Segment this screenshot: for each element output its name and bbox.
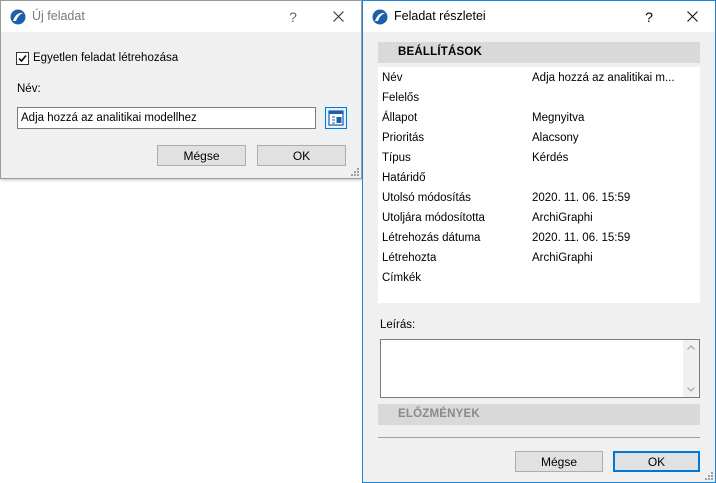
property-key: Prioritás <box>382 132 425 144</box>
history-section-title: ELŐZMÉNYEK <box>398 408 480 420</box>
property-row[interactable]: Állapot Megnyitva <box>378 109 700 129</box>
cancel-button[interactable]: Mégse <box>157 145 246 166</box>
history-section-header[interactable]: ELŐZMÉNYEK <box>378 404 700 425</box>
property-value: Megnyitva <box>532 112 585 124</box>
single-task-label[interactable]: Egyetlen feladat létrehozása <box>33 52 178 64</box>
property-value: 2020. 11. 06. 15:59 <box>532 192 631 204</box>
close-icon <box>686 11 698 22</box>
property-row[interactable]: Prioritás Alacsony <box>378 129 700 149</box>
checkmark-icon <box>18 54 27 63</box>
close-button[interactable] <box>672 1 712 32</box>
help-button[interactable]: ? <box>273 1 313 32</box>
ok-button[interactable]: OK <box>613 451 700 472</box>
resize-grip-icon[interactable] <box>703 470 713 480</box>
property-value: ArchiGraphi <box>532 212 593 224</box>
help-button[interactable]: ? <box>629 1 669 32</box>
close-button[interactable] <box>318 1 358 32</box>
scroll-up-icon[interactable] <box>683 340 699 356</box>
property-key: Név <box>382 72 403 84</box>
list-picker-icon <box>328 110 344 126</box>
property-value: Adja hozzá az analitikai m... <box>532 72 675 84</box>
property-row[interactable]: Utoljára módosította ArchiGraphi <box>378 209 700 229</box>
property-value: ArchiGraphi <box>532 252 593 264</box>
task-details-titlebar[interactable]: Feladat részletei ? <box>363 1 715 32</box>
single-task-checkbox[interactable] <box>16 52 29 65</box>
cancel-button[interactable]: Mégse <box>515 451 603 472</box>
properties-list: Név Adja hozzá az analitikai m... Felelős Á… <box>378 67 700 303</box>
property-row[interactable]: Utolsó módosítás 2020. 11. 06. 15:59 <box>378 189 700 209</box>
property-value: Kérdés <box>532 152 569 164</box>
settings-section-header[interactable]: BEÁLLÍTÁSOK <box>378 42 700 63</box>
property-key: Utoljára módosította <box>382 212 485 224</box>
property-row[interactable]: Típus Kérdés <box>378 149 700 169</box>
new-task-titlebar[interactable]: Új feladat ? <box>1 1 361 32</box>
property-row[interactable]: Létrehozás dátuma 2020. 11. 06. 15:59 <box>378 229 700 249</box>
property-row[interactable]: Határidő <box>378 169 700 189</box>
archicad-logo-icon <box>10 9 26 25</box>
separator <box>378 437 700 438</box>
property-row[interactable]: Felelős <box>378 89 700 109</box>
name-input[interactable]: Adja hozzá az analitikai modellhez <box>17 107 316 129</box>
description-textarea[interactable] <box>380 339 700 398</box>
close-icon <box>332 11 344 22</box>
property-key: Felelős <box>382 92 420 104</box>
property-value: 2020. 11. 06. 15:59 <box>532 232 631 244</box>
archicad-logo-icon <box>372 9 388 25</box>
description-label: Leírás: <box>380 319 416 331</box>
name-picker-button[interactable] <box>325 107 347 129</box>
property-key: Típus <box>382 152 411 164</box>
name-input-value: Adja hozzá az analitikai modellhez <box>21 112 197 124</box>
ok-button[interactable]: OK <box>257 145 346 166</box>
property-key: Utolsó módosítás <box>382 192 471 204</box>
window-title: Feladat részletei <box>394 9 486 23</box>
name-label: Név: <box>17 83 41 95</box>
window-title: Új feladat <box>32 9 85 23</box>
property-key: Létrehozta <box>382 252 437 264</box>
scroll-down-icon[interactable] <box>683 381 699 397</box>
property-key: Címkék <box>382 272 421 284</box>
resize-grip-icon[interactable] <box>349 166 359 176</box>
new-task-dialog: Új feladat ? Egyetlen feladat létrehozás… <box>0 0 362 179</box>
property-row[interactable]: Név Adja hozzá az analitikai m... <box>378 69 700 89</box>
property-key: Állapot <box>382 112 418 124</box>
property-value: Alacsony <box>532 132 579 144</box>
description-scrollbar[interactable] <box>683 340 699 397</box>
property-row[interactable]: Létrehozta ArchiGraphi <box>378 249 700 269</box>
property-key: Létrehozás dátuma <box>382 232 481 244</box>
task-details-dialog: Feladat részletei ? BEÁLLÍTÁSOK Név Adja … <box>362 0 716 483</box>
settings-section-title: BEÁLLÍTÁSOK <box>398 46 482 58</box>
property-row[interactable]: Címkék <box>378 269 700 289</box>
property-key: Határidő <box>382 172 426 184</box>
